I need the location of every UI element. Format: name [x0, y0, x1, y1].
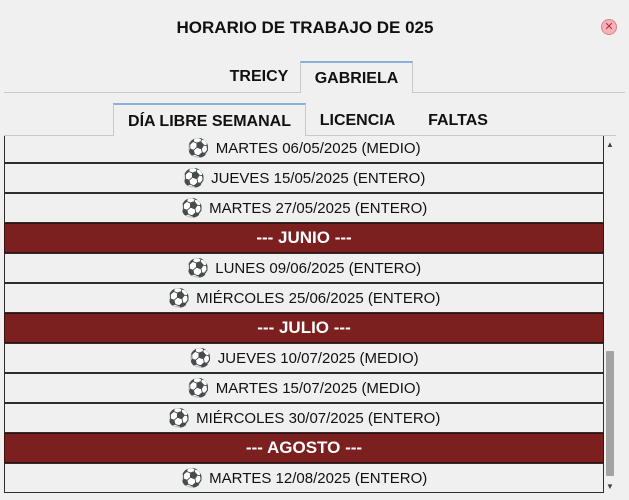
list-item[interactable]: ⚽ JUEVES 15/05/2025 (ENTERO): [4, 163, 604, 193]
soccer-ball-icon: ⚽: [167, 408, 191, 428]
list-item[interactable]: ⚽ JUEVES 10/07/2025 (MEDIO): [4, 343, 604, 373]
tab-licencia[interactable]: LICENCIA: [309, 107, 406, 134]
day-off-label: MARTES 12/08/2025 (ENTERO): [209, 469, 428, 487]
day-off-label: MIÉRCOLES 30/07/2025 (ENTERO): [196, 409, 441, 427]
month-label: --- JULIO ---: [257, 318, 351, 337]
list-item[interactable]: ⚽ MARTES 12/08/2025 (ENTERO): [4, 463, 604, 493]
list-item[interactable]: ⚽ MIÉRCOLES 25/06/2025 (ENTERO): [4, 283, 604, 313]
month-header: --- JUNIO ---: [4, 223, 604, 253]
close-icon[interactable]: ✕: [601, 19, 617, 35]
list-item[interactable]: ⚽ MARTES 15/07/2025 (MEDIO): [4, 373, 604, 403]
month-label: --- AGOSTO ---: [245, 438, 363, 457]
tab-gabriela[interactable]: GABRIELA: [300, 61, 413, 93]
schedule-list[interactable]: ⚽ MARTES 06/05/2025 (MEDIO) ⚽ JUEVES 15/05…: [4, 136, 604, 496]
day-off-label: MARTES 27/05/2025 (ENTERO): [209, 199, 428, 217]
person-tabs: TREICY GABRIELA: [0, 61, 629, 93]
list-item[interactable]: ⚽ MARTES 27/05/2025 (ENTERO): [4, 193, 604, 223]
soccer-ball-icon: ⚽: [187, 138, 210, 158]
day-off-label: JUEVES 10/07/2025 (MEDIO): [217, 349, 419, 367]
day-off-label: MIÉRCOLES 25/06/2025 (ENTERO): [196, 289, 441, 307]
scroll-down-icon[interactable]: ▼: [604, 480, 616, 494]
tab-treicy[interactable]: TREICY: [218, 65, 300, 92]
scrollbar-thumb[interactable]: [606, 351, 614, 476]
scroll-up-icon[interactable]: ▲: [604, 138, 616, 152]
month-header: --- AGOSTO ---: [4, 433, 604, 463]
tab-faltas[interactable]: FALTAS: [414, 107, 502, 134]
soccer-ball-icon: ⚽: [189, 348, 212, 368]
list-item[interactable]: ⚽ LUNES 09/06/2025 (ENTERO): [4, 253, 604, 283]
day-off-label: JUEVES 15/05/2025 (ENTERO): [211, 169, 426, 187]
soccer-ball-icon: ⚽: [180, 468, 204, 488]
window-title: HORARIO DE TRABAJO DE 025: [176, 18, 434, 37]
day-off-label: MARTES 15/07/2025 (MEDIO): [215, 379, 421, 397]
category-tabs: DÍA LIBRE SEMANAL LICENCIA FALTAS: [0, 103, 629, 136]
month-label: --- JUNIO ---: [256, 228, 352, 247]
day-off-label: LUNES 09/06/2025 (ENTERO): [215, 259, 422, 277]
vertical-scrollbar[interactable]: ▲ ▼: [604, 136, 616, 496]
month-header: --- JULIO ---: [4, 313, 604, 343]
soccer-ball-icon: ⚽: [186, 258, 210, 278]
soccer-ball-icon: ⚽: [182, 168, 206, 188]
soccer-ball-icon: ⚽: [167, 288, 191, 308]
tab-dia-libre-semanal[interactable]: DÍA LIBRE SEMANAL: [113, 103, 306, 136]
list-item[interactable]: ⚽ MARTES 06/05/2025 (MEDIO): [4, 136, 604, 163]
soccer-ball-icon: ⚽: [187, 378, 210, 398]
day-off-label: MARTES 06/05/2025 (MEDIO): [215, 139, 421, 157]
soccer-ball-icon: ⚽: [180, 198, 204, 218]
list-item[interactable]: ⚽ MIÉRCOLES 30/07/2025 (ENTERO): [4, 403, 604, 433]
